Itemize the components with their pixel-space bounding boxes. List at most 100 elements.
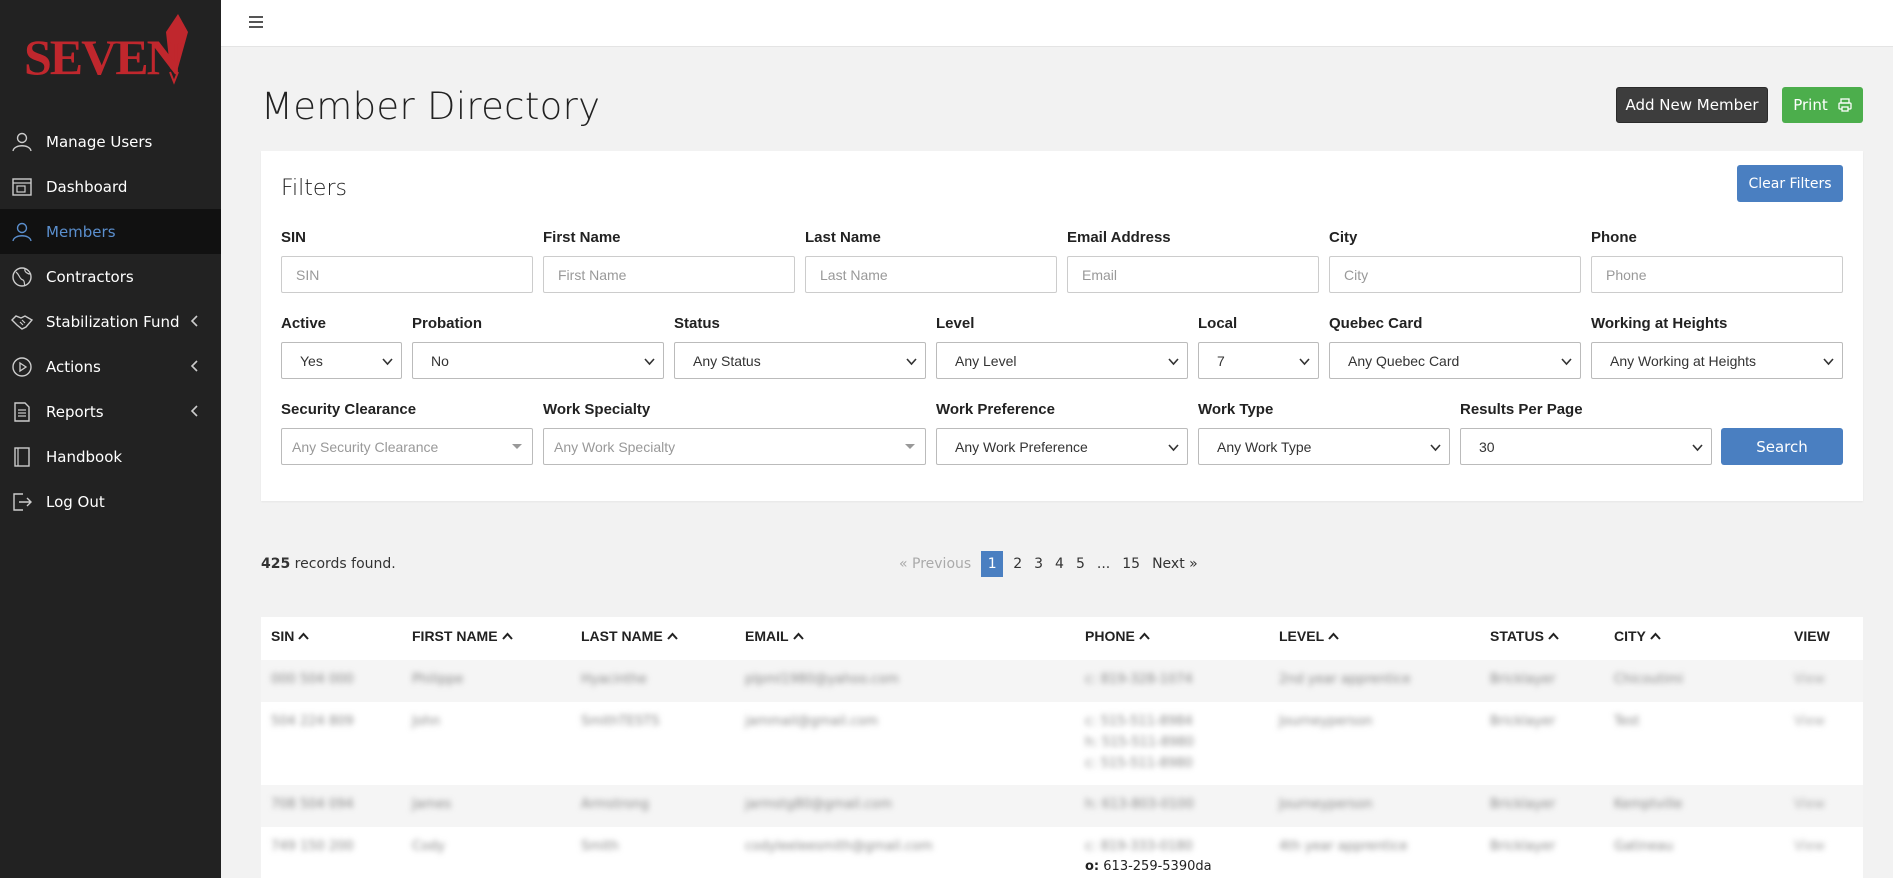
- pager-page-1[interactable]: 1: [981, 551, 1004, 577]
- cell-view[interactable]: View: [1794, 797, 1825, 812]
- cell-level: 2nd year apprentice: [1279, 672, 1411, 687]
- sort-up-icon[interactable]: [1548, 631, 1559, 642]
- chevron-down-icon: [1430, 444, 1441, 452]
- cell-phones: c: 819-333-0180: [1085, 836, 1193, 857]
- sidebar-item-contractors[interactable]: Contractors: [0, 254, 221, 299]
- sort-up-icon[interactable]: [792, 631, 804, 642]
- cell-email[interactable]: jarmstg80@gmail.com: [745, 797, 892, 812]
- column-header-view[interactable]: VIEW: [1794, 628, 1830, 644]
- filter-label: Work Type: [1198, 401, 1274, 418]
- city-input[interactable]: City: [1329, 256, 1581, 293]
- logo-text: SEVEN: [24, 29, 183, 85]
- pager-next[interactable]: Next »: [1152, 556, 1198, 572]
- cell-email[interactable]: codyleeleesmith@gmail.com: [745, 839, 933, 854]
- active-select[interactable]: Yes: [281, 342, 402, 379]
- office-phone: o: 613-259-5390da: [1085, 859, 1212, 874]
- status-select[interactable]: Any Status: [674, 342, 926, 379]
- sidebar-item-log-out[interactable]: Log Out: [0, 479, 221, 524]
- cell-city: Gatineau: [1614, 839, 1674, 854]
- sort-up-icon[interactable]: [1650, 631, 1661, 642]
- quebec-card-select[interactable]: Any Quebec Card: [1329, 342, 1581, 379]
- chevron-left-icon: [190, 315, 198, 327]
- cell-email[interactable]: jammail@gmail.com: [745, 714, 878, 729]
- pager-page-3[interactable]: 3: [1034, 556, 1043, 572]
- sort-up-icon[interactable]: [501, 631, 513, 642]
- work-specialty-select[interactable]: Any Work Specialty: [543, 428, 926, 465]
- add-new-member-label: Add New Member: [1625, 96, 1759, 114]
- first-name-input[interactable]: First Name: [543, 256, 795, 293]
- level-select[interactable]: Any Level: [936, 342, 1188, 379]
- filter-label: Email Address: [1067, 229, 1171, 246]
- sort-up-icon[interactable]: [666, 631, 678, 642]
- column-header-last-name[interactable]: LAST NAME: [581, 628, 678, 644]
- sidebar-item-stabilization-fund[interactable]: Stabilization Fund: [0, 299, 221, 344]
- sin-input[interactable]: SIN: [281, 256, 533, 293]
- cell-phones: h: 613-803-0100: [1085, 794, 1194, 815]
- sort-up-icon[interactable]: [298, 631, 310, 642]
- filter-label: Working at Heights: [1591, 315, 1728, 332]
- filter-label: Work Preference: [936, 401, 1055, 418]
- user-icon: [10, 130, 34, 154]
- phone-input[interactable]: Phone: [1591, 256, 1843, 293]
- work-preference-select[interactable]: Any Work Preference: [936, 428, 1188, 465]
- seven-logo[interactable]: SEVEN: [18, 10, 198, 90]
- chevron-down-icon: [1823, 358, 1834, 366]
- column-header-status[interactable]: STATUS: [1490, 628, 1559, 644]
- column-header-phone[interactable]: PHONE: [1085, 628, 1150, 644]
- hamburger-icon[interactable]: [247, 14, 265, 30]
- cell-view[interactable]: View: [1794, 839, 1825, 854]
- column-header-label: STATUS: [1490, 628, 1544, 644]
- probation-select[interactable]: No: [412, 342, 664, 379]
- working-at-heights-select[interactable]: Any Working at Heights: [1591, 342, 1843, 379]
- filter-label: Results Per Page: [1460, 401, 1583, 418]
- search-button[interactable]: Search: [1721, 428, 1843, 465]
- chevron-left-icon: [190, 405, 198, 417]
- sidebar-item-manage-users[interactable]: Manage Users: [0, 119, 221, 164]
- cell-view[interactable]: View: [1794, 672, 1825, 687]
- sidebar-item-dashboard[interactable]: Dashboard: [0, 164, 221, 209]
- logout-icon: [10, 490, 34, 514]
- column-header-level[interactable]: LEVEL: [1279, 628, 1339, 644]
- results-per-page-select[interactable]: 30: [1460, 428, 1712, 465]
- chevron-down-icon: [1692, 444, 1703, 452]
- email-address-input[interactable]: Email: [1067, 256, 1319, 293]
- globe-icon: [10, 265, 34, 289]
- column-header-city[interactable]: CITY: [1614, 628, 1661, 644]
- print-button[interactable]: Print: [1782, 87, 1863, 123]
- document-icon: [10, 400, 34, 424]
- local-select[interactable]: 7: [1198, 342, 1319, 379]
- select-value: 30: [1479, 438, 1495, 455]
- sidebar-item-members[interactable]: Members: [0, 209, 221, 254]
- clear-filters-button[interactable]: Clear Filters: [1737, 165, 1843, 202]
- filter-label: Quebec Card: [1329, 315, 1423, 332]
- column-header-label: PHONE: [1085, 628, 1135, 644]
- cell-phones: c: 819-328-1074: [1085, 669, 1193, 690]
- add-new-member-button[interactable]: Add New Member: [1616, 87, 1768, 123]
- column-header-sin[interactable]: SIN: [271, 628, 310, 644]
- sidebar-item-reports[interactable]: Reports: [0, 389, 221, 434]
- chevron-left-icon: [190, 360, 198, 372]
- work-type-select[interactable]: Any Work Type: [1198, 428, 1450, 465]
- sidebar-item-actions[interactable]: Actions: [0, 344, 221, 389]
- sidebar-item-label: Reports: [46, 402, 104, 421]
- sidebar-item-label: Manage Users: [46, 132, 153, 151]
- column-header-email[interactable]: EMAIL: [745, 628, 804, 644]
- pager-page-4[interactable]: 4: [1055, 556, 1064, 572]
- pager-page-2[interactable]: 2: [1013, 556, 1022, 572]
- table-row: 504 224 809 John SmithTESTS jammail@gmail.c…: [261, 702, 1863, 785]
- sort-up-icon[interactable]: [1139, 631, 1150, 642]
- last-name-input[interactable]: Last Name: [805, 256, 1057, 293]
- pager-page-5[interactable]: 5: [1076, 556, 1085, 572]
- chevron-down-icon: [1561, 358, 1572, 366]
- sort-up-icon[interactable]: [1328, 631, 1339, 642]
- filter-label: Last Name: [805, 229, 881, 246]
- cell-email[interactable]: plpml1980@yahoo.com: [745, 672, 899, 687]
- cell-view[interactable]: View: [1794, 714, 1825, 729]
- pager-page-15[interactable]: 15: [1122, 556, 1140, 572]
- sidebar-item-label: Dashboard: [46, 177, 128, 196]
- column-header-label: FIRST NAME: [412, 628, 498, 644]
- cell-sin: 000 504 000: [271, 672, 354, 687]
- sidebar-item-handbook[interactable]: Handbook: [0, 434, 221, 479]
- security-clearance-select[interactable]: Any Security Clearance: [281, 428, 533, 465]
- column-header-first-name[interactable]: FIRST NAME: [412, 628, 513, 644]
